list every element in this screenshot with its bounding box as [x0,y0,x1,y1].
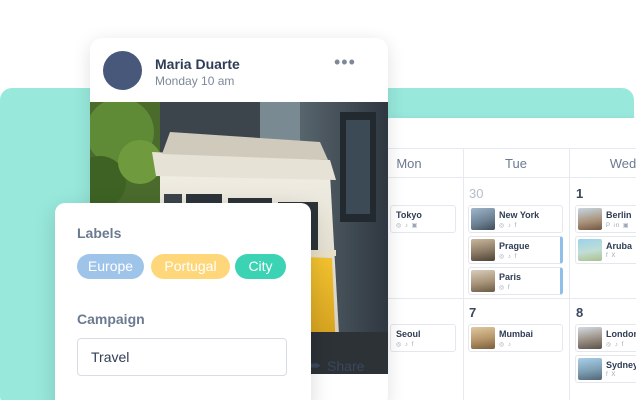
column-divider [569,148,570,400]
post-title: Aruba [606,241,633,251]
campaign-field[interactable]: Travel [77,338,287,376]
calendar-post-aruba[interactable]: Aruba f X [575,236,636,264]
social-icons: ◎ ♪ f [396,342,415,348]
post-thumbnail [578,239,602,261]
calendar-post-tokyo[interactable]: Tokyo ◎ ♪ ▣ [390,205,456,233]
post-thumbnail [471,327,495,349]
post-thumbnail [578,208,602,230]
date-label: 30 [469,186,484,201]
post-title: New York [499,210,540,220]
social-icons: ◎ ♪ f [606,342,625,348]
social-icons: P in ▣ [606,223,630,229]
labels-title: Labels [77,225,122,241]
social-icons: f X [606,372,617,378]
post-title: London [606,329,636,339]
post-time: Monday 10 am [155,74,235,88]
post-title: Tokyo [396,210,422,220]
calendar-grid: Mon Tue Wed 30 1 7 8 Tokyo ◎ ♪ ▣ Seoul ◎… [384,118,636,400]
calendar-post-paris[interactable]: Paris ◎ f [468,267,563,295]
date-label: 8 [576,305,584,320]
calendar-post-sydney[interactable]: Sydney f X [575,355,636,383]
post-thumbnail [578,327,602,349]
social-icons: ◎ ♪ f [499,254,518,260]
social-icons: ◎ ♪ [499,342,512,348]
post-title: Berlin [606,210,632,220]
avatar [103,51,142,90]
post-title: Seoul [396,329,421,339]
post-title: Sydney [606,360,636,370]
row-divider [384,298,636,299]
calendar-post-new-york[interactable]: New York ◎ ♪ f [468,205,563,233]
social-icons: ◎ f [499,285,511,291]
label-chip-europe[interactable]: Europe [77,254,144,279]
campaign-title: Campaign [77,311,145,327]
author-name: Maria Duarte [155,56,240,72]
share-label: Share [327,358,365,374]
calendar-header: Mon Tue Wed [384,148,636,178]
social-icons: ◎ ♪ ▣ [396,223,419,229]
calendar-post-seoul[interactable]: Seoul ◎ ♪ f [390,324,456,352]
post-thumbnail [471,239,495,261]
post-title: Mumbai [499,329,534,339]
post-title: Prague [499,241,530,251]
column-divider [463,148,464,400]
post-thumbnail [471,208,495,230]
post-title: Paris [499,272,522,282]
calendar-post-mumbai[interactable]: Mumbai ◎ ♪ [468,324,563,352]
calendar-post-berlin[interactable]: Berlin P in ▣ [575,205,636,233]
date-label: 1 [576,186,584,201]
date-label: 7 [469,305,477,320]
day-header-wed: Wed [609,156,636,171]
more-horizontal-icon[interactable]: ••• [334,52,356,73]
app-canvas: Mon Tue Wed 30 1 7 8 Tokyo ◎ ♪ ▣ Seoul ◎… [0,0,636,400]
calendar-post-prague[interactable]: Prague ◎ ♪ f [468,236,563,264]
calendar-post-london[interactable]: London ◎ ♪ f [575,324,636,352]
social-icons: f X [606,253,617,259]
day-header-mon: Mon [396,156,422,171]
social-icons: ◎ ♪ f [499,223,518,229]
share-button[interactable]: ⮫ Share [308,358,378,382]
label-chip-portugal[interactable]: Portugal [151,254,230,279]
post-thumbnail [578,358,602,380]
day-header-tue: Tue [505,156,527,171]
post-thumbnail [471,270,495,292]
labels-panel: Labels Europe Portugal City Campaign Tra… [55,203,311,400]
label-chip-city[interactable]: City [235,254,286,279]
